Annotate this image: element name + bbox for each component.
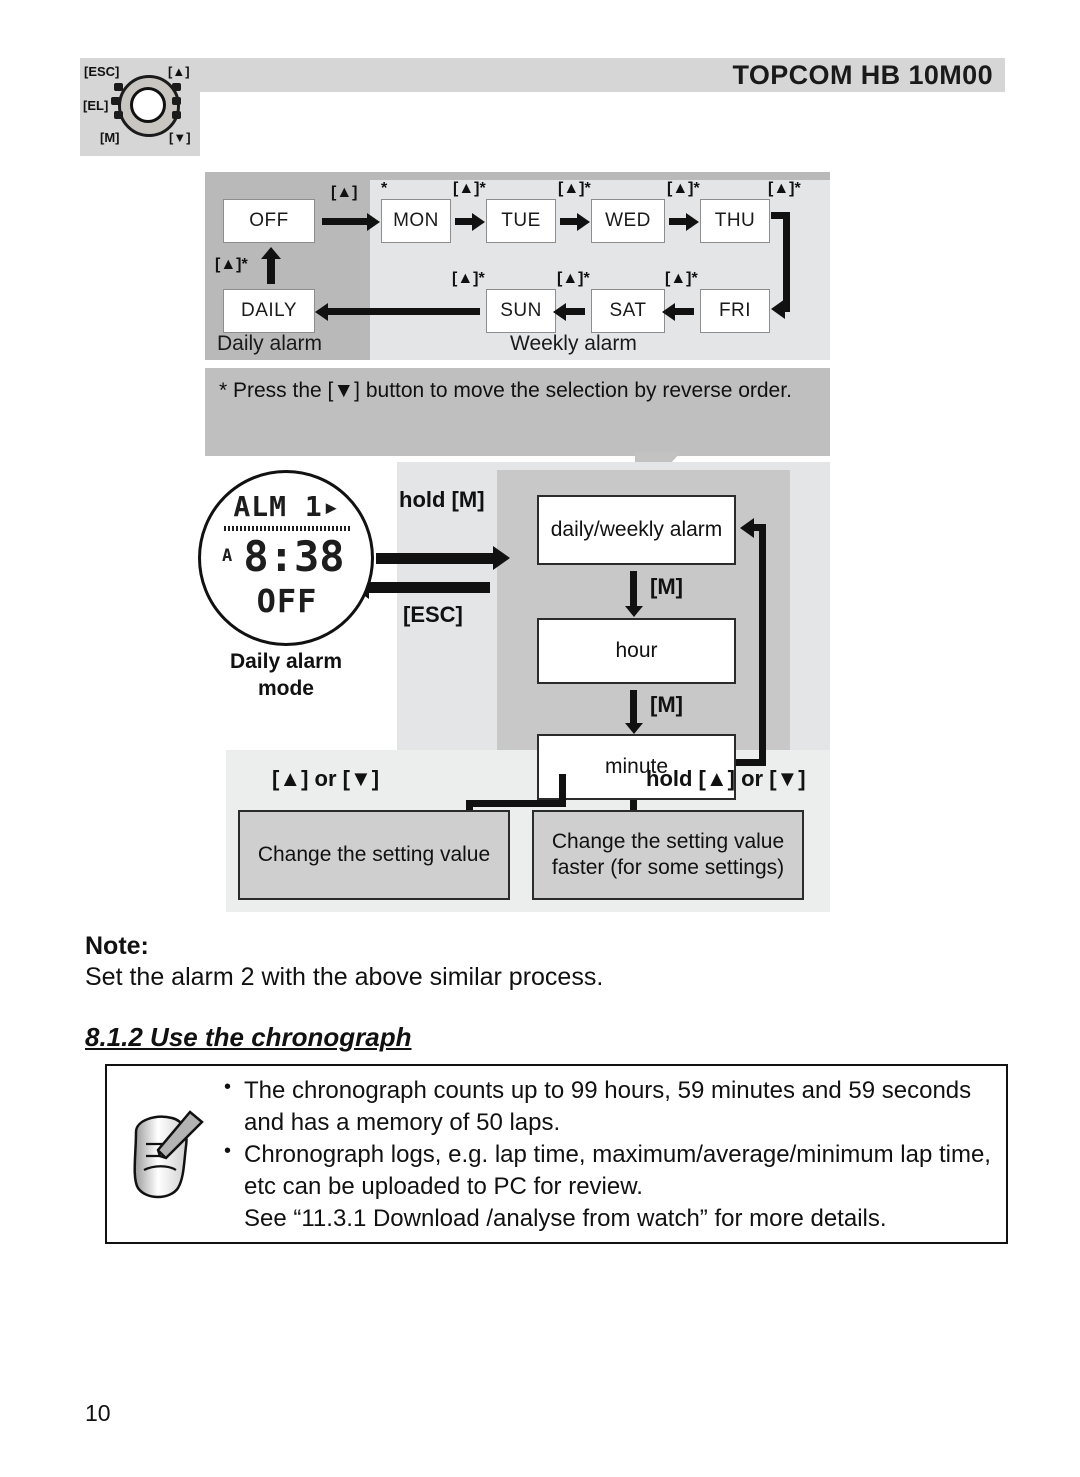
page-title: TOPCOM HB 10M00 <box>732 60 993 90</box>
tag-off-to-mon: [▲] <box>331 184 358 201</box>
watch-keymap-icon: [ESC] [EL] [M] [▲] [▼] <box>80 58 200 156</box>
tag-hold-up-or-down: hold [▲] or [▼] <box>646 766 806 791</box>
key-label-m: [M] <box>100 130 120 145</box>
tag-star-mon: * <box>381 180 388 197</box>
tag-mon-to-tue: [▲]* <box>453 180 486 197</box>
zone-label-weekly: Weekly alarm <box>510 332 637 355</box>
lcd-status-value: OFF <box>256 582 318 620</box>
step-box-hour: hour <box>537 618 736 684</box>
lcd-alarm-indicator: A <box>222 546 233 566</box>
state-box-wed: WED <box>591 199 665 243</box>
note-text: Set the alarm 2 with the above similar p… <box>85 963 604 991</box>
chronograph-info-box: The chronograph counts up to 99 hours, 5… <box>105 1064 1008 1244</box>
loopback-arrow <box>740 518 765 538</box>
watch-lug-icon <box>172 83 181 91</box>
loopback-vertical <box>759 524 766 766</box>
tag-wed-to-thu: [▲]* <box>667 180 700 197</box>
label-esc: [ESC] <box>403 602 463 627</box>
chronograph-bullet-1: The chronograph counts up to 99 hours, 5… <box>222 1074 997 1139</box>
state-box-off: OFF <box>223 199 315 243</box>
result-box-change-value-fast: Change the setting value faster (for som… <box>532 810 804 900</box>
loopback-bottom <box>736 759 766 766</box>
state-box-fri: FRI <box>700 289 770 333</box>
key-label-up: [▲] <box>168 64 190 79</box>
tag-tue-to-wed: [▲]* <box>558 180 591 197</box>
elbow-thu-to-fri-arrow <box>771 299 790 319</box>
state-box-mon: MON <box>381 199 451 243</box>
arrow-alarm-to-hour <box>624 571 643 617</box>
chronograph-bullet-list: The chronograph counts up to 99 hours, 5… <box>222 1074 997 1235</box>
state-box-sat: SAT <box>591 289 665 333</box>
arrow-sun-to-daily <box>315 303 480 321</box>
tag-sat-to-sun: [▲]* <box>557 270 590 287</box>
watch-bezel-icon <box>118 75 180 137</box>
lcd-separator <box>224 526 350 531</box>
arrow-mon-to-tue <box>455 213 485 231</box>
watch-lug-icon <box>114 83 123 91</box>
section-heading: 8.1.2 Use the chronograph <box>85 1022 412 1052</box>
lcd-time-value: 8:38 <box>243 532 345 581</box>
lcd-caption: Daily alarm mode <box>198 648 374 703</box>
state-box-thu: THU <box>700 199 770 243</box>
tag-daily-to-off: [▲]* <box>215 256 248 273</box>
result-box-change-value: Change the setting value <box>238 810 510 900</box>
tag-sun-to-daily: [▲]* <box>452 270 485 287</box>
watch-lug-icon <box>111 97 120 105</box>
key-label-el: [EL] <box>83 98 109 113</box>
lcd-line-alm1: ALM 1▸ <box>228 490 346 523</box>
header-bar: TOPCOM HB 10M00 <box>80 58 1005 92</box>
arrow-hour-to-minute <box>624 690 643 734</box>
reverse-order-callout: * Press the [▼] button to move the selec… <box>205 368 830 456</box>
elbow-thu-to-fri-vertical <box>783 212 790 308</box>
lcd-caption-line1: Daily alarm <box>229 650 343 673</box>
tag-m-hour-to-minute: [M] <box>650 692 683 717</box>
chronograph-bullet-2: Chronograph logs, e.g. lap time, maximum… <box>222 1138 997 1203</box>
arrow-enter-setting <box>376 546 510 570</box>
state-box-tue: TUE <box>486 199 556 243</box>
note-label: Note: <box>85 932 149 960</box>
page-number: 10 <box>85 1400 111 1426</box>
arrow-off-to-mon <box>322 213 380 231</box>
watch-lug-icon <box>172 111 181 119</box>
label-hold-m: hold [M] <box>399 487 485 512</box>
step-box-daily-weekly-alarm: daily/weekly alarm <box>537 495 736 565</box>
alarm-selection-cycle-diagram: OFF DAILY MON TUE WED THU FRI SAT SUN [▲… <box>205 172 830 360</box>
lcd-caption-line2: mode <box>257 677 314 701</box>
zone-label-daily: Daily alarm <box>217 332 323 355</box>
key-label-down: [▼] <box>169 130 191 145</box>
elbow-thu-to-fri-top <box>771 212 789 219</box>
tag-m-alarm-to-hour: [M] <box>650 574 683 599</box>
lcd-watch-face: ALM 1▸ A 8:38 OFF <box>198 470 374 646</box>
arrow-daily-to-off <box>261 247 281 284</box>
arrow-fri-to-sat <box>662 303 694 321</box>
arrow-wed-to-thu <box>669 213 699 231</box>
tag-up-or-down: [▲] or [▼] <box>272 766 380 791</box>
chronograph-reference-line: See “11.3.1 Download /analyse from watch… <box>244 1204 887 1232</box>
branch-horizontal <box>466 800 566 807</box>
branch-from-minute <box>559 774 566 804</box>
tag-thu-to-fri: [▲]* <box>768 180 801 197</box>
arrow-tue-to-wed <box>560 213 590 231</box>
arrow-sat-to-sun <box>553 303 585 321</box>
arrow-exit-setting <box>352 575 490 599</box>
watch-lug-icon <box>172 97 181 105</box>
watch-lug-icon <box>114 111 123 119</box>
state-box-daily: DAILY <box>223 289 315 333</box>
state-box-sun: SUN <box>486 289 556 333</box>
lcd-alm-text: ALM 1 <box>233 490 323 523</box>
notepad-pencil-icon <box>133 1110 204 1199</box>
key-label-esc: [ESC] <box>84 64 120 79</box>
tag-fri-to-sat: [▲]* <box>665 270 698 287</box>
reverse-order-text: * Press the [▼] button to move the selec… <box>219 379 792 402</box>
lcd-marker-icon: ▸ <box>322 490 341 523</box>
